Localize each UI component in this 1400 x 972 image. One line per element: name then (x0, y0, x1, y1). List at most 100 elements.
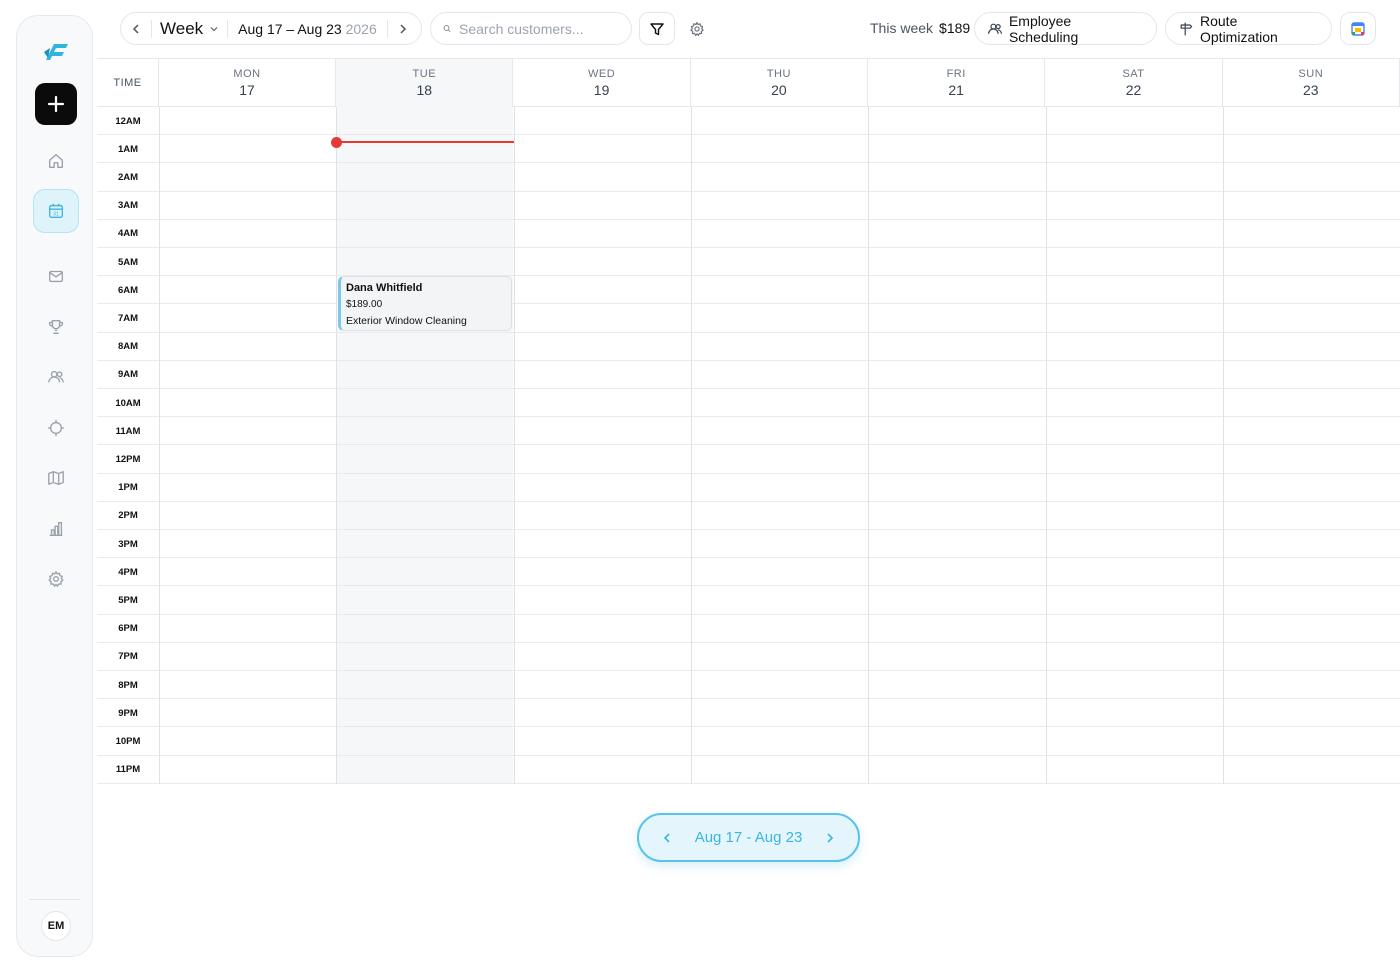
hour-row[interactable]: 5AM (97, 248, 1400, 277)
hour-row[interactable]: 8AM (97, 333, 1400, 361)
date-range[interactable]: Aug 17 – Aug 23 2026 (228, 21, 387, 37)
hour-row[interactable]: 12PM (97, 445, 1400, 474)
day-name: TUE (412, 68, 437, 80)
footer-week-range: Aug 17 - Aug 23 (694, 829, 803, 846)
hour-row[interactable]: 3PM (97, 530, 1400, 559)
hour-label: 10AM (115, 397, 141, 409)
hour-label: 5PM (118, 594, 138, 606)
hour-row[interactable]: 5PM (97, 586, 1400, 615)
hour-label: 8PM (118, 679, 138, 691)
column-divider (159, 107, 160, 784)
hour-row[interactable]: 1PM (97, 474, 1400, 502)
hour-row[interactable]: 2AM (97, 163, 1400, 192)
appointment-card[interactable]: Dana Whitfield $189.00 Exterior Window C… (338, 276, 512, 331)
sidebar-item-targeting[interactable] (33, 406, 79, 450)
hour-label: 4AM (117, 228, 139, 240)
hour-row[interactable]: 6AM (97, 276, 1400, 305)
hour-label: 10PM (115, 735, 141, 747)
chevron-left-icon (663, 832, 670, 843)
filter-button[interactable] (639, 12, 675, 45)
hour-row[interactable]: 8PM (97, 671, 1400, 700)
next-week-button[interactable] (388, 13, 418, 44)
footer-next-week-button[interactable] (824, 832, 836, 844)
hour-row[interactable]: 12AM (97, 107, 1400, 136)
hour-label: 6AM (117, 284, 139, 296)
google-calendar-button[interactable] (1340, 12, 1376, 45)
users-icon (48, 370, 64, 383)
day-header-wed[interactable]: WED 19 (514, 59, 691, 107)
employee-scheduling-button[interactable]: Employee Scheduling (974, 12, 1157, 45)
prev-week-button[interactable] (121, 13, 151, 44)
sidebar-item-messages[interactable] (33, 254, 79, 298)
sidebar-item-map[interactable] (33, 456, 79, 500)
hour-row[interactable]: 6PM (97, 615, 1400, 643)
hour-label: 3PM (118, 538, 138, 550)
sidebar: 31 EM (16, 15, 93, 957)
chevron-right-icon (400, 23, 406, 34)
chevron-down-icon (210, 26, 218, 31)
hour-row[interactable]: 9AM (97, 361, 1400, 389)
calendar-grid[interactable]: 12AM 1AM 2AM 3AM 4AM 5AM 6AM 7AM 8AM 9AM 10AM 11AM 1… (97, 107, 1400, 784)
hour-row[interactable]: 3AM (97, 192, 1400, 220)
hour-row[interactable]: 1AM (97, 135, 1400, 164)
add-button[interactable] (35, 83, 77, 125)
sidebar-item-reports[interactable] (33, 507, 79, 551)
sidebar-item-home[interactable] (33, 139, 79, 183)
hour-row[interactable]: 4PM (97, 558, 1400, 587)
search-input[interactable] (459, 20, 619, 37)
day-date: 17 (239, 82, 255, 98)
hour-label: 5AM (117, 256, 139, 268)
day-header-mon[interactable]: MON 17 (159, 59, 336, 107)
hour-row[interactable]: 2PM (97, 502, 1400, 530)
hour-row[interactable]: 11PM (97, 756, 1400, 784)
view-select-value: Week (160, 18, 204, 38)
date-range-year: 2026 (345, 20, 377, 37)
hour-row[interactable]: 4AM (97, 220, 1400, 248)
hour-row[interactable]: 10PM (97, 727, 1400, 756)
toolbar: Week Aug 17 – Aug 23 2026 This week$189 … (120, 12, 1376, 46)
day-header-tue[interactable]: TUE 18 (336, 59, 514, 107)
avatar[interactable]: EM (41, 911, 71, 941)
hour-row[interactable]: 7PM (97, 643, 1400, 671)
day-header-sat[interactable]: SAT 22 (1046, 59, 1223, 107)
calendar-settings-button[interactable] (686, 18, 708, 40)
day-date: 18 (416, 82, 433, 98)
svg-text:31: 31 (53, 212, 59, 218)
sidebar-item-calendar[interactable]: 31 (33, 189, 79, 233)
column-divider (868, 107, 870, 784)
employee-scheduling-label: Employee Scheduling (1008, 12, 1079, 45)
day-header-sun[interactable]: SUN 23 (1223, 59, 1400, 107)
day-header-thu[interactable]: THU 20 (691, 59, 868, 107)
gear-icon (690, 22, 704, 36)
hour-label: 3AM (117, 200, 139, 212)
day-name: SAT (1122, 68, 1145, 80)
current-time-line (336, 141, 514, 143)
date-range-text: Aug 17 – Aug 23 (238, 20, 342, 37)
home-icon (49, 154, 63, 168)
route-optimization-button[interactable]: Route Optimization (1165, 12, 1332, 45)
search-icon (443, 25, 451, 33)
appointment-price: $189.00 (346, 299, 383, 310)
appointment-service: Exterior Window Cleaning (346, 315, 467, 327)
hour-row[interactable]: 7AM (97, 304, 1400, 333)
view-select[interactable]: Week (152, 19, 227, 39)
hour-label: 2PM (118, 510, 138, 522)
sidebar-item-rewards[interactable] (33, 305, 79, 349)
day-header-fri[interactable]: FRI 21 (868, 59, 1046, 107)
crosshair-icon (47, 419, 65, 437)
hour-label: 12AM (115, 115, 141, 127)
route-optimization-label: Route Optimization (1200, 12, 1278, 45)
time-column-header: TIME (97, 59, 159, 107)
column-divider (1045, 107, 1047, 784)
logo-icon (44, 44, 68, 60)
map-icon (48, 471, 64, 485)
sidebar-item-settings[interactable] (33, 557, 79, 601)
hour-label: 2AM (117, 171, 139, 183)
hour-row[interactable]: 9PM (97, 699, 1400, 728)
hour-row[interactable]: 11AM (97, 417, 1400, 446)
footer-prev-week-button[interactable] (661, 832, 673, 844)
hour-label: 11PM (115, 764, 141, 776)
sidebar-item-customers[interactable] (33, 355, 79, 399)
hour-row[interactable]: 10AM (97, 389, 1400, 418)
bar-chart-icon (49, 522, 63, 536)
